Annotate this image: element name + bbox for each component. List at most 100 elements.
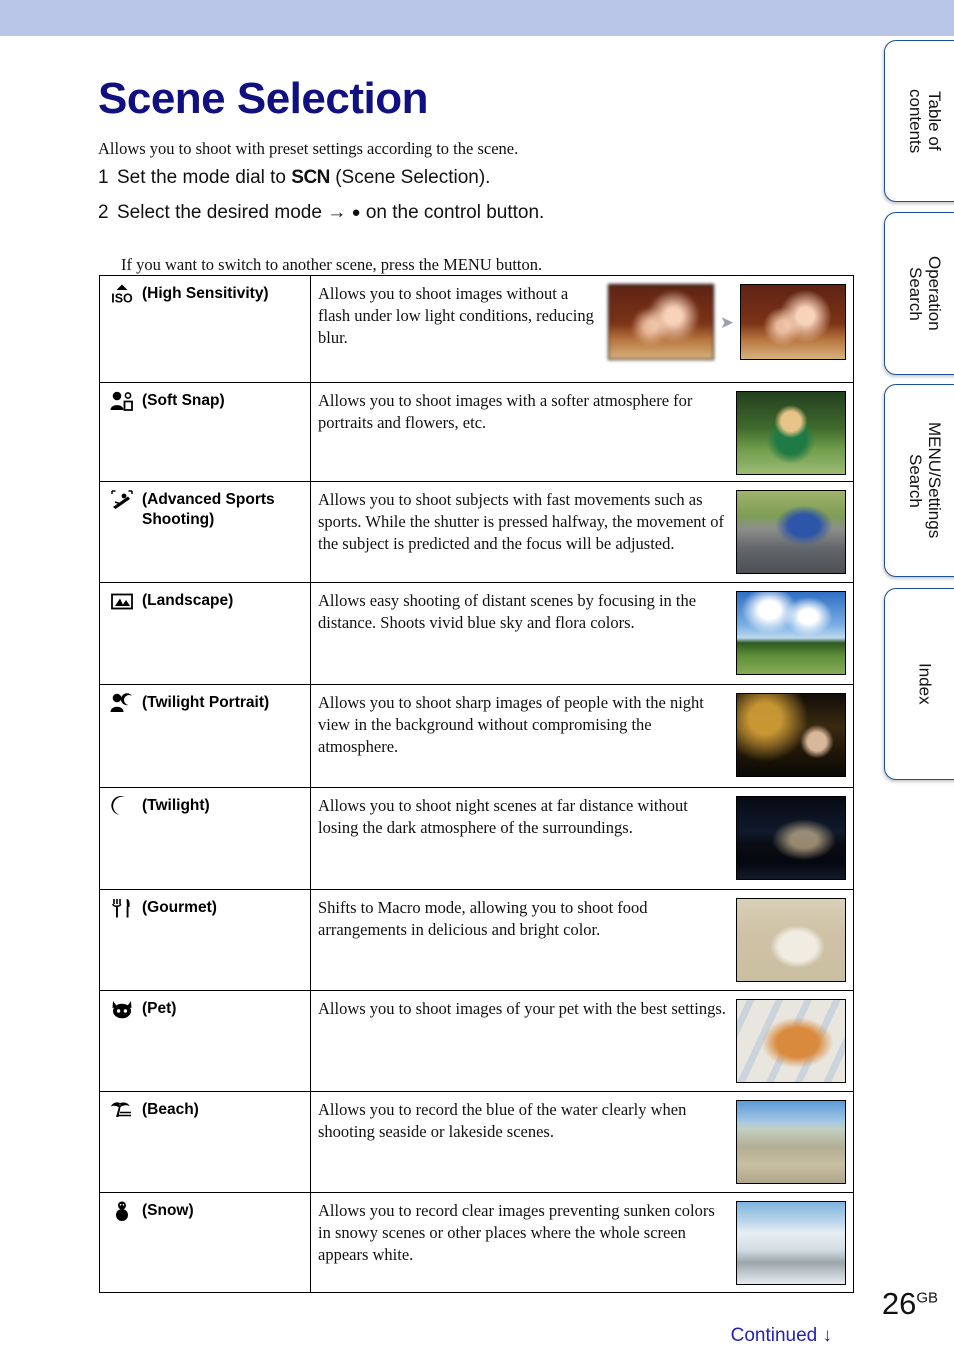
mode-cell: (Advanced Sports Shooting) (99, 481, 311, 583)
continued-link[interactable]: Continued ↓ (731, 1325, 832, 1347)
table-row: (Twilight Portrait) Allows you to shoot … (99, 684, 854, 788)
thumbnail-group (736, 795, 853, 880)
thumbnail-group (736, 590, 853, 675)
sidebar-tab-menu-settings-search[interactable]: MENU/Settings Search (884, 384, 954, 577)
boy-in-grass-photo (736, 391, 846, 475)
tab-label: Table of contents (906, 88, 944, 154)
tab-label: MENU/Settings Search (906, 422, 944, 539)
mode-description: Allows you to shoot images of your pet w… (318, 999, 726, 1018)
mode-label: (Gourmet) (142, 899, 217, 916)
mode-label: (Landscape) (142, 592, 234, 609)
mode-cell: (Gourmet) (99, 889, 311, 991)
page-content: Scene Selection Allows you to shoot with… (0, 36, 880, 1369)
sidebar-tab-table-of-contents[interactable]: Table of contents (884, 40, 954, 202)
page-number-value: 26 (881, 1286, 917, 1321)
mode-label: (Soft Snap) (142, 392, 225, 409)
control-button-dot-icon: ● (351, 204, 361, 221)
table-row: (Landscape) Allows easy shooting of dist… (99, 582, 854, 685)
thumbnail-group (736, 897, 853, 982)
intro-paragraph: Allows you to shoot with preset settings… (98, 138, 519, 158)
scene-modes-table: ISO (High Sensitivity) Allows you to sho… (99, 275, 854, 1293)
mode-description: Allows you to shoot images with a softer… (318, 391, 693, 432)
thumbnail-group (736, 1099, 853, 1184)
landscape-icon (109, 590, 135, 612)
table-row: ISO (High Sensitivity) Allows you to sho… (99, 275, 854, 383)
ski-slope-photo (736, 1201, 846, 1285)
step-1-number: 1 (98, 167, 109, 188)
beach-icon (109, 1099, 135, 1121)
svg-text:ISO: ISO (111, 292, 133, 306)
mode-description: Allows you to shoot images without a fla… (318, 284, 594, 347)
sharp-dinner-photo (740, 284, 846, 360)
scn-mode-glyph: SCN (291, 167, 330, 188)
thumbnail-group (736, 390, 853, 475)
mode-label: (Twilight) (142, 797, 210, 814)
mode-cell: (Snow) (99, 1192, 311, 1293)
step-1-text-before: Set the mode dial to (117, 167, 286, 188)
blurred-dinner-photo (607, 284, 714, 360)
step-1: 1 Set the mode dial to SCN (Scene Selecti… (98, 167, 490, 189)
night-bridge-photo (736, 796, 846, 880)
page-number: 26GB (882, 1286, 938, 1322)
step-note: If you want to switch to another scene, … (121, 254, 543, 274)
mode-cell: (Beach) (99, 1091, 311, 1193)
mode-label: (Snow) (142, 1202, 194, 1219)
tab-label: Operation Search (906, 256, 944, 331)
description-cell: Allows you to shoot sharp images of peop… (310, 684, 854, 788)
sidebar-tab-operation-search[interactable]: Operation Search (884, 212, 954, 375)
mode-cell: (Twilight Portrait) (99, 684, 311, 788)
right-arrow-icon: → (327, 202, 347, 223)
mode-cell: (Landscape) (99, 582, 311, 685)
right-arrow-icon: ➤ (719, 312, 734, 332)
description-cell: Shifts to Macro mode, allowing you to sh… (310, 889, 854, 991)
snow-icon (109, 1200, 135, 1222)
orange-cat-photo (736, 999, 846, 1083)
mode-cell: (Twilight) (99, 787, 311, 890)
step-1-text-after: (Scene Selection). (335, 167, 491, 188)
mode-cell: (Pet) (99, 990, 311, 1092)
field-and-sky-photo (736, 591, 846, 675)
description-cell: Allows you to record clear images preven… (310, 1192, 854, 1293)
mode-label: (High Sensitivity) (142, 285, 269, 302)
thumbnail-group (736, 998, 853, 1083)
mode-description: Allows you to shoot sharp images of peop… (318, 693, 704, 756)
page-number-region-suffix: GB (916, 1289, 938, 1307)
step-2-text-after: on the control button. (365, 202, 545, 223)
description-cell: Allows you to record the blue of the wat… (310, 1091, 854, 1193)
table-row: (Gourmet) Shifts to Macro mode, allowing… (99, 889, 854, 991)
mode-description: Allows you to shoot night scenes at far … (318, 796, 688, 837)
table-row: (Advanced Sports Shooting) Allows you to… (99, 481, 854, 583)
step-2-number: 2 (98, 202, 109, 223)
down-arrow-icon: ↓ (822, 1325, 833, 1346)
mode-cell: (Soft Snap) (99, 382, 311, 482)
mode-label: (Beach) (142, 1101, 199, 1118)
thumbnail-group (736, 1200, 853, 1285)
mode-label: (Pet) (142, 1000, 177, 1017)
table-row: (Pet) Allows you to shoot images of your… (99, 990, 854, 1092)
step-2: 2 Select the desired mode → ● on the cont… (98, 202, 544, 224)
shallow-sea-photo (736, 1100, 846, 1184)
mode-label: (Twilight Portrait) (142, 694, 270, 711)
thumbnail-group (736, 692, 853, 777)
mode-description: Shifts to Macro mode, allowing you to sh… (318, 898, 648, 939)
description-cell: Allows you to shoot subjects with fast m… (310, 481, 854, 583)
table-row: (Snow) Allows you to record clear images… (99, 1192, 854, 1293)
sidebar-tab-index[interactable]: Index (884, 588, 954, 780)
description-cell: Allows easy shooting of distant scenes b… (310, 582, 854, 685)
step-2-text-before: Select the desired mode (117, 202, 322, 223)
description-cell: Allows you to shoot images without a fla… (310, 275, 854, 383)
mode-description: Allows easy shooting of distant scenes b… (318, 591, 697, 632)
twilight-portrait-icon (109, 692, 135, 714)
thumbnail-group (736, 489, 853, 574)
man-with-night-city-photo (736, 693, 846, 777)
gourmet-icon (109, 897, 135, 919)
description-cell: Allows you to shoot images with a softer… (310, 382, 854, 482)
mode-description: Allows you to record the blue of the wat… (318, 1100, 687, 1141)
high-sensitivity-icon: ISO (109, 283, 135, 305)
tab-label: Index (915, 663, 935, 705)
motorcycle-racer-photo (736, 490, 846, 574)
mode-label: (Advanced Sports Shooting) (142, 491, 275, 528)
soft-snap-icon (109, 390, 135, 412)
mode-description: Allows you to shoot subjects with fast m… (318, 490, 724, 553)
twilight-icon (109, 795, 135, 817)
